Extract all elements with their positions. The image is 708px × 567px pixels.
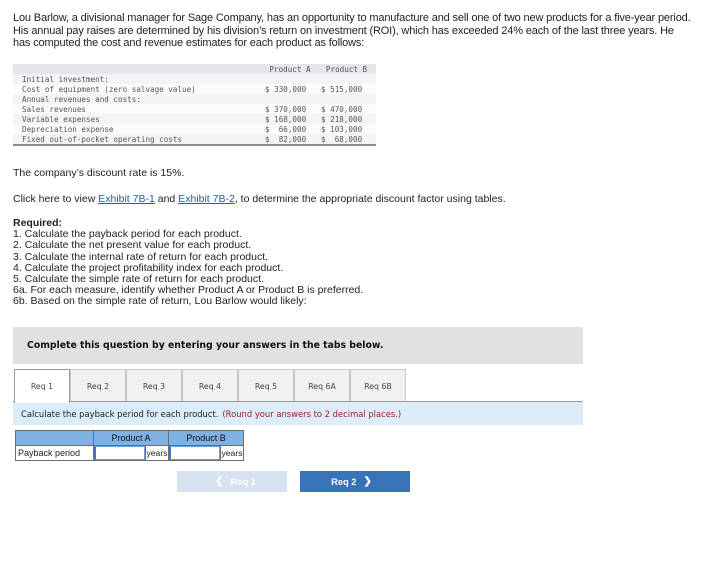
product-b-value: $ 103,000 — [321, 124, 363, 134]
required-section: Required: 1. Calculate the payback perio… — [13, 217, 363, 308]
tab-req-4[interactable]: Req 4 — [182, 369, 238, 402]
table-row: Annual revenues and costs: — [13, 94, 376, 104]
payback-period-label: Payback period — [15, 445, 94, 461]
exhibit-7b-1-link[interactable]: Exhibit 7B-1 — [98, 193, 155, 205]
product-a-value: $ 82,000 — [265, 134, 307, 144]
rounding-note: (Round your answers to 2 decimal places.… — [222, 408, 402, 419]
tab-req-1[interactable]: Req 1 — [14, 369, 70, 403]
requirement-tabs: Req 1 Req 2 Req 3 Req 4 Req 5 Req 6A Req… — [14, 369, 406, 403]
question-panel-header: Complete this question by entering your … — [13, 327, 583, 364]
exhibit-suffix: , to determine the appropriate discount … — [234, 193, 506, 205]
row-label: Fixed out-of-pocket operating costs — [22, 134, 183, 144]
payback-answer-table: Product A Product B Payback period years… — [15, 430, 244, 461]
product-a-value: $ 330,000 — [265, 84, 307, 94]
table-row: Payback period years years — [15, 445, 244, 461]
table-row: Sales revenues $ 370,000 $ 470,000 — [13, 104, 376, 114]
tab-req-3[interactable]: Req 3 — [126, 369, 182, 402]
prev-req-button[interactable]: ❮ Req 1 — [177, 471, 287, 492]
table-row: Initial investment: — [13, 74, 376, 84]
instruction-bar: Calculate the payback period for each pr… — [13, 402, 583, 425]
row-label: Cost of equipment (zero salvage value) — [22, 84, 196, 94]
product-a-input-cell — [93, 445, 146, 461]
tab-req-2[interactable]: Req 2 — [70, 369, 126, 402]
product-b-value: $ 68,000 — [321, 134, 363, 144]
answer-header-product-a: Product A — [93, 430, 169, 446]
product-a-value: $ 370,000 — [265, 104, 307, 114]
row-label: Variable expenses — [22, 114, 100, 124]
product-b-value: $ 218,000 — [321, 114, 363, 124]
answer-header-product-b: Product B — [168, 430, 244, 446]
product-b-payback-input[interactable] — [169, 446, 220, 460]
product-a-value: $ 66,000 — [265, 124, 307, 134]
table-row: Cost of equipment (zero salvage value) $… — [13, 84, 376, 94]
tab-req-5[interactable]: Req 5 — [238, 369, 294, 402]
product-a-unit: years — [145, 445, 169, 461]
row-label: Annual revenues and costs: — [22, 94, 141, 104]
next-req-button[interactable]: Req 2 ❯ — [300, 471, 410, 492]
product-b-unit: years — [220, 445, 244, 461]
discount-rate-text: The company’s discount rate is 15%. — [13, 167, 185, 179]
product-a-payback-input[interactable] — [94, 446, 145, 460]
next-req-label: Req 2 — [331, 476, 357, 487]
cost-table-header: Product A Product B — [13, 64, 376, 74]
tab-req-6b[interactable]: Req 6B — [350, 369, 406, 402]
product-b-value: $ 470,000 — [321, 104, 363, 114]
tab-req-6a[interactable]: Req 6A — [294, 369, 350, 402]
required-item: 2. Calculate the net present value for e… — [13, 239, 252, 252]
exhibit-middle: and — [154, 193, 179, 205]
exhibit-prefix: Click here to view — [13, 193, 99, 205]
cost-table-header-product-a: Product A — [269, 64, 311, 74]
table-row: Depreciation expense $ 66,000 $ 103,000 — [13, 124, 376, 134]
row-label: Initial investment: — [22, 74, 109, 84]
prev-req-label: Req 1 — [230, 476, 256, 487]
exhibit-7b-2-link[interactable]: Exhibit 7B-2 — [178, 193, 235, 205]
cost-table-header-product-b: Product B — [325, 64, 368, 74]
product-b-input-cell — [168, 445, 221, 461]
cost-table-body: Initial investment: Cost of equipment (z… — [13, 74, 376, 144]
product-a-value: $ 168,000 — [265, 114, 307, 124]
instruction-text: Calculate the payback period for each pr… — [21, 408, 219, 419]
answer-header-blank — [15, 430, 94, 446]
row-label: Depreciation expense — [22, 124, 114, 134]
chevron-right-icon: ❯ — [363, 476, 372, 487]
table-row: Variable expenses $ 168,000 $ 218,000 — [13, 114, 376, 124]
product-b-value: $ 515,000 — [321, 84, 363, 94]
problem-intro: Lou Barlow, a divisional manager for Sag… — [13, 12, 691, 49]
table-row: Fixed out-of-pocket operating costs $ 82… — [13, 134, 376, 144]
required-item: 6b. Based on the simple rate of return, … — [13, 295, 307, 308]
exhibit-links-text: Click here to view Exhibit 7B-1 and Exhi… — [13, 193, 506, 205]
answer-table-header: Product A Product B — [15, 430, 244, 446]
chevron-left-icon: ❮ — [215, 476, 224, 487]
cost-revenue-table: Product A Product B Initial investment: … — [13, 64, 376, 146]
row-label: Sales revenues — [22, 104, 87, 114]
